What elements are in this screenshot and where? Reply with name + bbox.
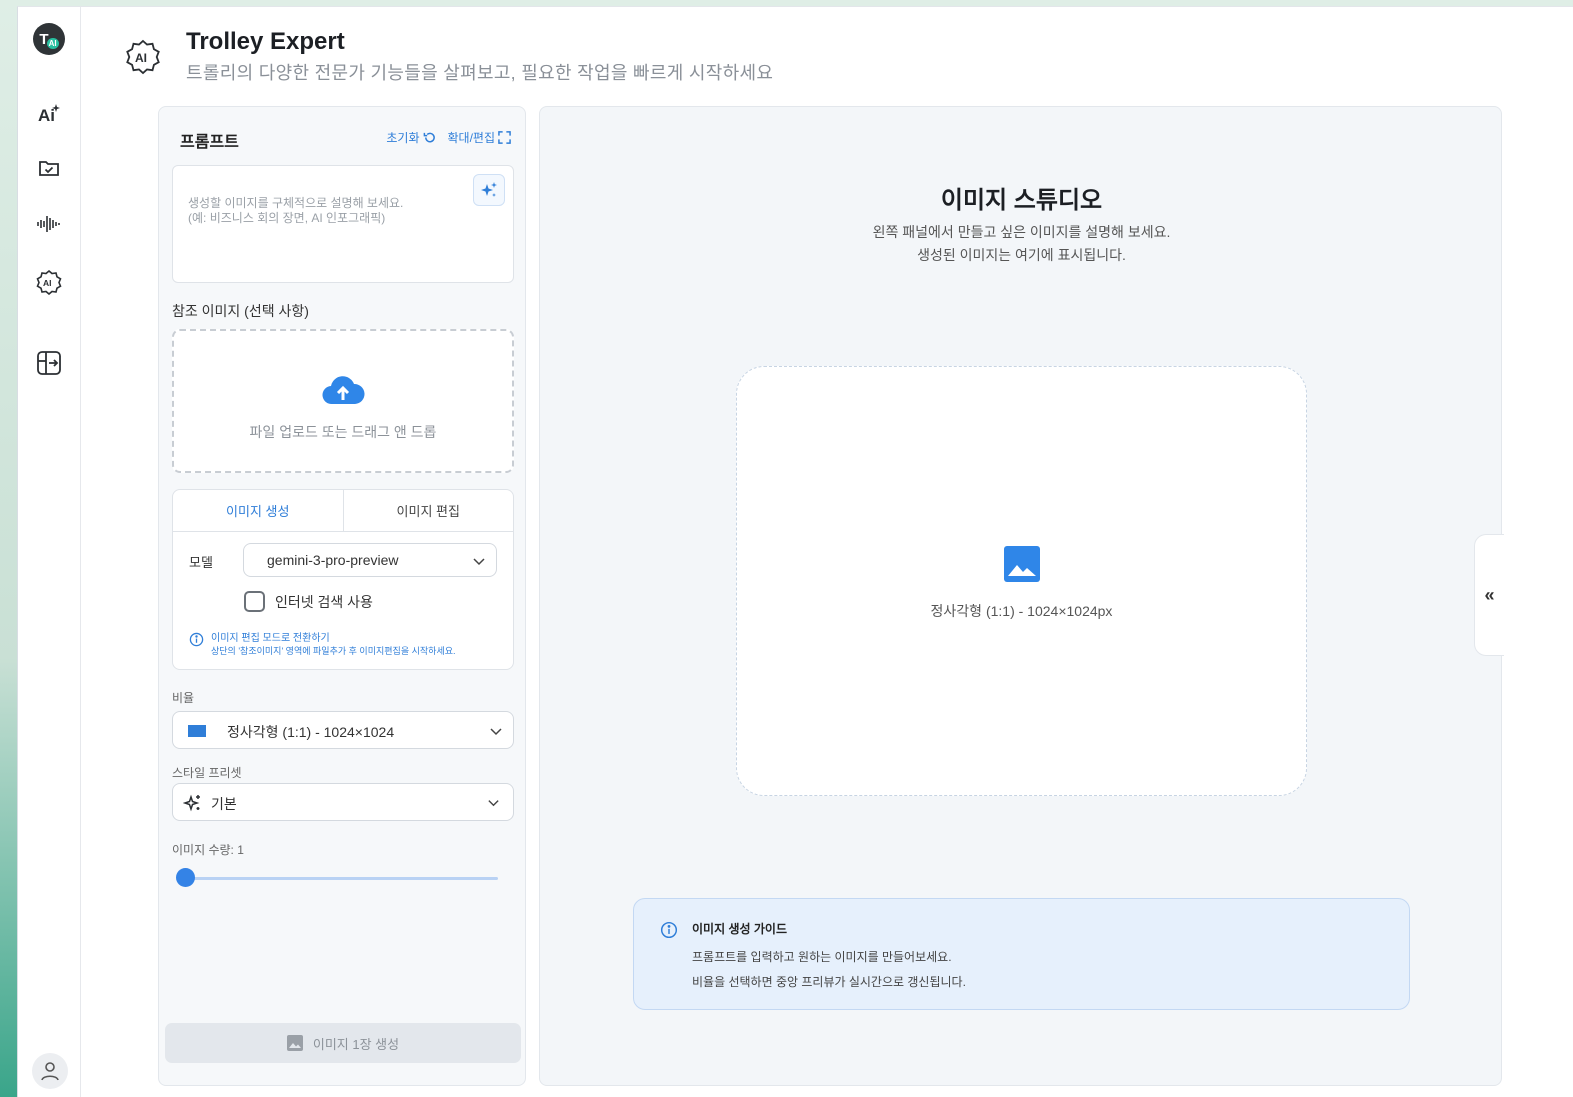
reset-button[interactable]: 초기화 (386, 129, 435, 146)
panel-enter-icon (37, 351, 61, 375)
upload-text: 파일 업로드 또는 드래그 앤 드롭 (249, 424, 437, 440)
app-window: T AI Ai AI AI Trolley Expert 트롤리의 다양한 전문… (17, 6, 1573, 1097)
prompt-enhance-button[interactable] (473, 174, 505, 206)
prompt-placeholder-2: (예: 비즈니스 회의 장면, AI 인포그래픽) (188, 211, 386, 225)
image-count-label: 이미지 수량: 1 (172, 843, 244, 857)
folder-check-icon (39, 161, 59, 176)
svg-text:AI: AI (135, 51, 147, 65)
internet-search-checkbox[interactable] (244, 591, 265, 612)
rail-folder[interactable] (31, 150, 67, 186)
image-icon (286, 1035, 303, 1051)
ratio-label: 비율 (172, 691, 195, 705)
icon-rail: T AI Ai AI (18, 7, 81, 1097)
prompt-actions: 초기화 확대/편집 (386, 129, 511, 146)
model-select[interactable]: gemini-3-pro-preview (243, 543, 497, 577)
internet-search-label: 인터넷 검색 사용 (275, 593, 373, 610)
style-preset-select[interactable]: 기본 (172, 783, 514, 821)
generate-image-button[interactable]: 이미지 1장 생성 (165, 1023, 521, 1063)
magic-sparkle-icon (183, 794, 200, 812)
tab-image-edit[interactable]: 이미지 편집 (342, 490, 514, 531)
edit-mode-info: 이미지 편집 모드로 전환하기 상단의 '참조이미지' 영역에 파일추가 후 이… (189, 632, 456, 658)
studio-subtitle: 왼쪽 패널에서 만들고 싶은 이미지를 설명해 보세요. 생성된 이미지는 여기… (540, 221, 1503, 267)
page-title: Trolley Expert (186, 28, 345, 55)
model-value: gemini-3-pro-preview (267, 552, 399, 568)
svg-text:Ai: Ai (38, 106, 55, 125)
image-studio-panel: 이미지 스튜디오 왼쪽 패널에서 만들고 싶은 이미지를 설명해 보세요. 생성… (539, 106, 1502, 1086)
ai-sparkle-icon: Ai (38, 104, 60, 125)
prompt-placeholder-1: 생성할 이미지를 구체적으로 설명해 보세요. (188, 196, 404, 210)
ai-badge-icon: AI (36, 269, 62, 295)
app-logo[interactable]: T AI (33, 23, 65, 55)
prompt-panel: 프롬프트 초기화 확대/편집 생성할 이미지를 구체적으로 설명해 보세요. (… (158, 106, 526, 1086)
reference-upload-dropzone[interactable]: 파일 업로드 또는 드래그 앤 드롭 (172, 329, 514, 473)
rail-ai-sparkle[interactable]: Ai (31, 95, 67, 131)
studio-title: 이미지 스튜디오 (940, 187, 1103, 214)
style-preset-value: 기본 (211, 796, 237, 812)
image-count-slider-thumb[interactable] (175, 868, 195, 887)
sparkle-icon (481, 182, 497, 197)
tab-image-generate[interactable]: 이미지 생성 (173, 490, 343, 531)
chevron-down-icon (488, 800, 499, 807)
user-icon (41, 1062, 59, 1081)
cloud-upload-icon (322, 376, 365, 405)
guide-line-2: 비율을 선택하면 중앙 프리뷰가 실시간으로 갱신됩니다. (692, 975, 966, 989)
edit-mode-info-desc: 상단의 '참조이미지' 영역에 파일추가 후 이미지편집을 시작하세요. (211, 646, 456, 656)
generation-guide: 이미지 생성 가이드 프롬프트를 입력하고 원하는 이미지를 만들어보세요. 비… (633, 898, 1410, 1010)
studio-subtitle-2: 생성된 이미지는 여기에 표시됩니다. (917, 247, 1126, 263)
preview-caption: 정사각형 (1:1) - 1024×1024px (930, 603, 1113, 619)
rail-ai-expert[interactable]: AI (31, 264, 67, 300)
internet-search-toggle[interactable]: 인터넷 검색 사용 (244, 591, 373, 612)
svg-text:AI: AI (43, 278, 52, 288)
reference-image-label: 참조 이미지 (선택 사항) (172, 303, 309, 319)
mode-tabs: 이미지 생성 이미지 편집 (173, 490, 513, 532)
model-label: 모델 (189, 555, 213, 570)
reset-label: 초기화 (386, 131, 420, 145)
ratio-select[interactable]: 정사각형 (1:1) - 1024×1024 (172, 711, 514, 749)
style-preset-label: 스타일 프리셋 (172, 766, 242, 780)
expand-label: 확대/편집 (447, 131, 496, 145)
audio-wave-icon (37, 216, 60, 232)
logo-badge-text: AI (46, 37, 59, 49)
ratio-square-swatch (188, 725, 206, 737)
prompt-title: 프롬프트 (180, 134, 239, 151)
collapse-panel-button[interactable]: « (1474, 534, 1504, 656)
expand-icon (498, 131, 511, 144)
ai-expert-header-icon: AI (126, 39, 160, 75)
guide-title: 이미지 생성 가이드 (692, 922, 787, 936)
page-subtitle: 트롤리의 다양한 전문가 기능들을 살펴보고, 필요한 작업을 빠르게 시작하세… (186, 63, 774, 83)
guide-line-1: 프롬프트를 입력하고 원하는 이미지를 만들어보세요. (692, 950, 952, 964)
ratio-value: 정사각형 (1:1) - 1024×1024 (227, 724, 395, 740)
chevron-down-icon (490, 728, 502, 736)
edit-mode-info-title: 이미지 편집 모드로 전환하기 (211, 633, 330, 644)
reset-icon (423, 132, 435, 143)
user-avatar[interactable] (32, 1053, 68, 1089)
prompt-textarea[interactable]: 생성할 이미지를 구체적으로 설명해 보세요. (예: 비즈니스 회의 장면, … (172, 165, 514, 283)
studio-subtitle-1: 왼쪽 패널에서 만들고 싶은 이미지를 설명해 보세요. (872, 224, 1171, 240)
rail-panel-enter[interactable] (31, 345, 67, 381)
info-icon (660, 921, 678, 939)
image-placeholder-icon (1004, 546, 1040, 582)
rail-audio[interactable] (31, 206, 67, 242)
image-preview-area: 정사각형 (1:1) - 1024×1024px (736, 366, 1307, 796)
info-icon (189, 632, 204, 647)
image-count-slider-track[interactable] (184, 877, 498, 880)
generate-label: 이미지 1장 생성 (312, 1036, 400, 1052)
chevron-down-icon (473, 558, 485, 566)
mode-card: 이미지 생성 이미지 편집 모델 gemini-3-pro-preview 인터… (172, 489, 514, 670)
expand-edit-button[interactable]: 확대/편집 (448, 129, 512, 146)
